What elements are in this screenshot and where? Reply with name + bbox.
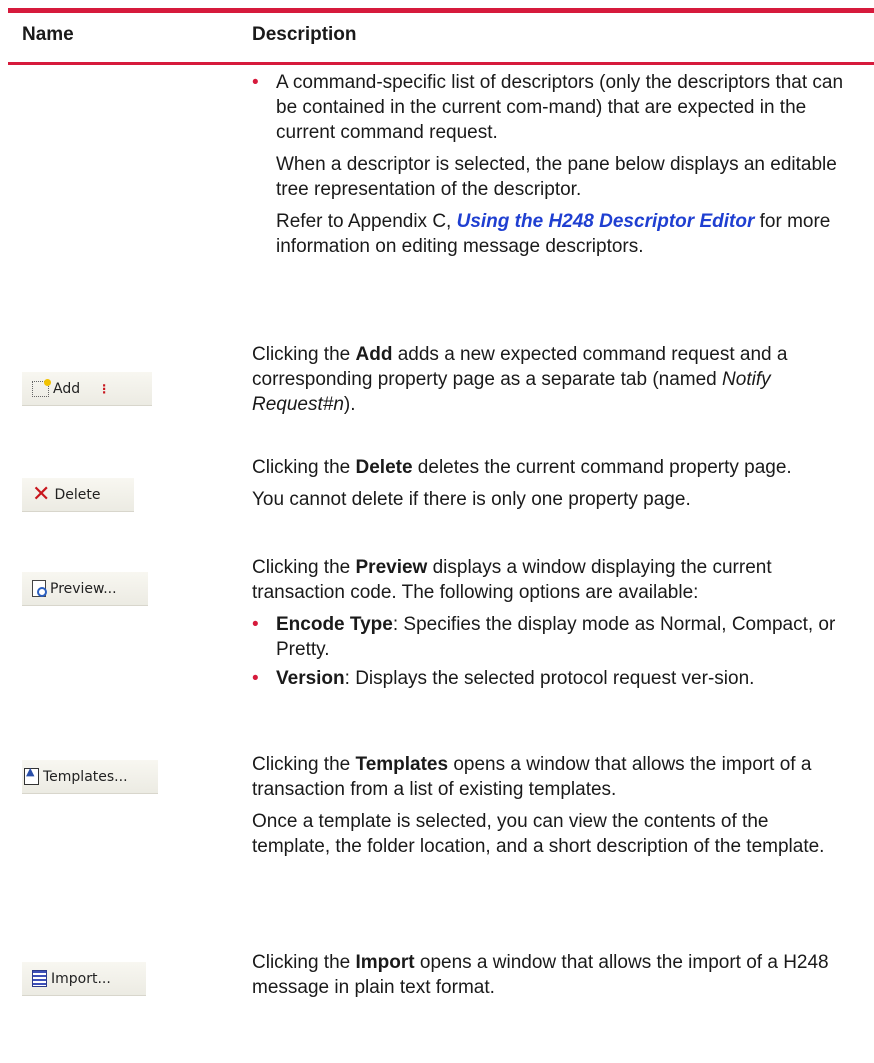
add-button-label: Add (53, 380, 81, 397)
descriptors-para-1: When a descriptor is selected, the pane … (276, 154, 837, 200)
descriptor-editor-link[interactable]: Using the H248 Descriptor Editor (457, 211, 755, 232)
preview-icon (32, 580, 47, 597)
descriptors-para-2: Refer to Appendix C, Using the H248 Desc… (276, 211, 831, 257)
descriptors-description: A command-specific list of descriptors (… (252, 70, 848, 259)
header-bottom-rule (8, 62, 874, 65)
version-option: Version: Displays the selected protocol … (252, 666, 848, 691)
preview-description: Clicking the Preview displays a window d… (252, 555, 848, 691)
column-header-name: Name (22, 24, 74, 45)
templates-icon (24, 766, 39, 785)
descriptors-bullet: A command-specific list of descriptors (… (252, 70, 848, 145)
encode-type-option: Encode Type: Specifies the display mode … (252, 612, 848, 662)
templates-button[interactable]: Templates... (22, 760, 158, 794)
column-header-description: Description (252, 24, 357, 45)
add-description: Clicking the Add adds a new expected com… (252, 344, 788, 415)
add-icon (32, 378, 51, 397)
delete-description: Clicking the Delete deletes the current … (252, 457, 792, 510)
templates-description: Clicking the Templates opens a window th… (252, 754, 825, 857)
templates-button-label: Templates... (43, 768, 128, 785)
import-button[interactable]: Import... (22, 962, 146, 996)
header-top-rule (8, 8, 874, 13)
delete-x-icon: ✕ (32, 481, 51, 507)
delete-button[interactable]: ✕ Delete (22, 478, 134, 512)
import-icon (32, 970, 47, 987)
preview-button[interactable]: Preview... (22, 572, 148, 606)
add-button[interactable]: Add ⋮ (22, 372, 152, 406)
delete-button-label: Delete (54, 486, 101, 503)
import-description: Clicking the Import opens a window that … (252, 952, 829, 998)
separator-icon: ⋮ (98, 381, 111, 396)
preview-button-label: Preview... (50, 580, 117, 597)
import-button-label: Import... (51, 970, 111, 987)
